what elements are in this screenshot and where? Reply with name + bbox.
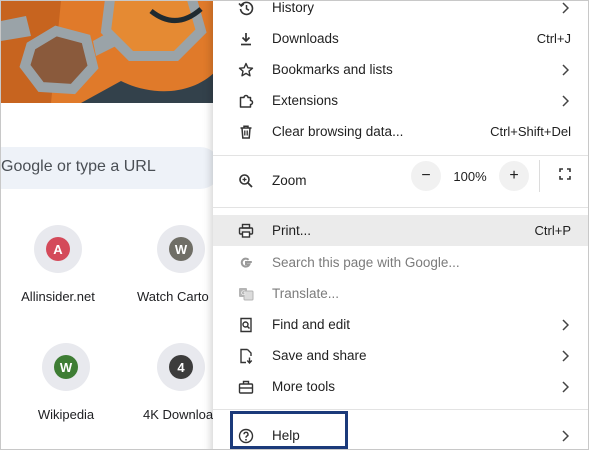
- download-icon: [235, 28, 257, 50]
- chevron-right-icon: [560, 318, 570, 331]
- menu-item-search-page[interactable]: Search this page with Google...: [213, 247, 588, 278]
- keyboard-shortcut: Ctrl+Shift+Del: [490, 124, 571, 139]
- menu-item-label: Search this page with Google...: [272, 255, 460, 270]
- trash-icon: [235, 121, 257, 143]
- zoom-icon: [235, 170, 257, 192]
- menu-item-extensions[interactable]: Extensions: [213, 85, 588, 116]
- menu-divider: [213, 409, 588, 410]
- shortcut-label: Allinsider.net: [21, 289, 95, 304]
- keyboard-shortcut: Ctrl+J: [536, 31, 571, 46]
- google-doodle[interactable]: [1, 1, 216, 103]
- history-icon: [235, 1, 257, 19]
- shortcut-label: Watch Carto: [137, 289, 209, 304]
- menu-item-translate[interactable]: G Translate...: [213, 278, 588, 309]
- star-icon: [235, 59, 257, 81]
- menu-item-label: Translate...: [272, 286, 340, 301]
- 4k-downloader-favicon: 4: [169, 355, 193, 379]
- menu-item-label: Find and edit: [272, 317, 351, 332]
- shortcut-allinsider[interactable]: A Allinsider.net: [3, 225, 113, 304]
- toolbox-icon: [235, 376, 257, 398]
- menu-item-more-tools[interactable]: More tools: [213, 371, 588, 402]
- shortcut-tile: W: [42, 343, 90, 391]
- zoom-level: 100%: [453, 168, 487, 184]
- translate-icon: G: [235, 283, 257, 305]
- puzzle-icon: [235, 90, 257, 112]
- shortcut-label: Wikipedia: [37, 407, 95, 422]
- shortcut-4k-downloader[interactable]: 4 4K Downloa: [133, 343, 217, 422]
- menu-item-label: Save and share: [272, 348, 367, 363]
- watch-cartoons-favicon: W: [169, 237, 193, 261]
- shortcut-tile: W: [157, 225, 205, 273]
- printer-icon: [235, 220, 257, 242]
- menu-item-history[interactable]: History: [213, 0, 588, 23]
- zoom-controls: − 100% +: [411, 160, 529, 192]
- menu-item-label: Print...: [272, 223, 312, 238]
- find-icon: [235, 314, 257, 336]
- fullscreen-icon: [559, 167, 571, 185]
- menu-item-bookmarks[interactable]: Bookmarks and lists: [213, 54, 588, 85]
- allinsider-favicon: A: [46, 237, 70, 261]
- menu-divider: [213, 207, 588, 208]
- zoom-in-button[interactable]: +: [499, 161, 529, 191]
- chevron-right-icon: [560, 63, 570, 76]
- menu-item-print[interactable]: Print... Ctrl+P: [213, 215, 588, 246]
- menu-item-save-and-share[interactable]: Save and share: [213, 340, 588, 371]
- shortcut-watch-cartoons[interactable]: W Watch Carto: [127, 225, 217, 304]
- menu-item-label: Bookmarks and lists: [272, 62, 393, 77]
- browser-window: Google or type a URL A Allinsider.net W …: [0, 0, 589, 450]
- zoom-out-button[interactable]: −: [411, 161, 441, 191]
- shortcut-tile: 4: [157, 343, 205, 391]
- chrome-menu: History Downloads Ctrl+J Bookmarks and l…: [213, 0, 588, 449]
- menu-item-label: More tools: [272, 379, 336, 394]
- menu-item-label: Extensions: [272, 93, 339, 108]
- menu-item-label: History: [272, 0, 315, 15]
- shortcut-label: 4K Downloa: [143, 407, 214, 422]
- zoom-divider: [539, 160, 540, 192]
- menu-item-zoom: Zoom: [213, 165, 588, 196]
- google-g-icon: [235, 252, 257, 274]
- chevron-right-icon: [560, 380, 570, 393]
- wikipedia-favicon: W: [54, 355, 78, 379]
- doodle-artwork: [1, 1, 216, 103]
- chevron-right-icon: [560, 429, 570, 442]
- menu-item-label: Clear browsing data...: [272, 124, 404, 139]
- menu-item-clear-browsing-data[interactable]: Clear browsing data... Ctrl+Shift+Del: [213, 116, 588, 147]
- fullscreen-button[interactable]: [551, 162, 579, 190]
- save-share-icon: [235, 345, 257, 367]
- chevron-right-icon: [560, 94, 570, 107]
- menu-item-label: Downloads: [272, 31, 339, 46]
- menu-item-label: Zoom: [272, 173, 307, 188]
- chevron-right-icon: [560, 349, 570, 362]
- chevron-right-icon: [560, 1, 570, 14]
- search-placeholder[interactable]: Google or type a URL: [1, 158, 156, 176]
- help-highlight-box: [230, 411, 348, 449]
- menu-divider: [213, 155, 588, 156]
- menu-item-find-and-edit[interactable]: Find and edit: [213, 309, 588, 340]
- svg-text:G: G: [241, 290, 246, 297]
- keyboard-shortcut: Ctrl+P: [534, 223, 571, 238]
- shortcut-tile: A: [34, 225, 82, 273]
- shortcut-wikipedia[interactable]: W Wikipedia: [11, 343, 121, 422]
- menu-item-downloads[interactable]: Downloads Ctrl+J: [213, 23, 588, 54]
